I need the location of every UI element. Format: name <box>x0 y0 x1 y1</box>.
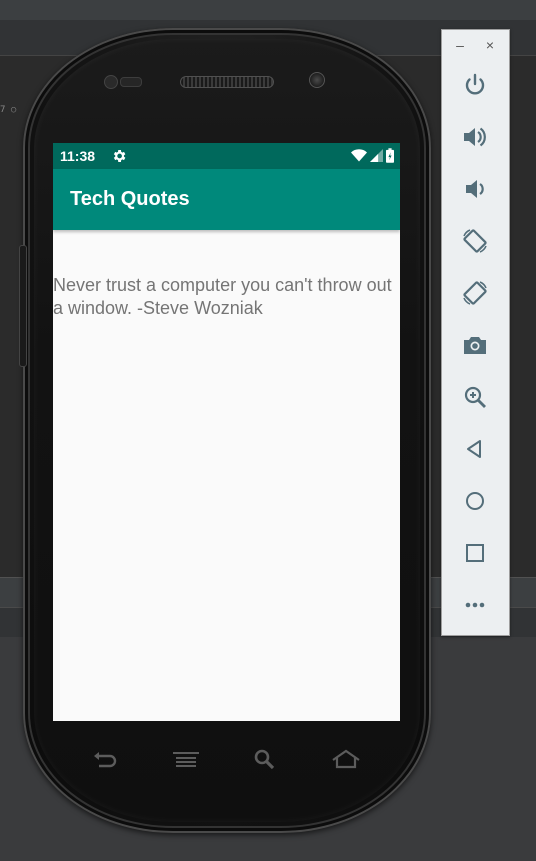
proximity-sensor <box>104 75 118 89</box>
rotate-left-icon <box>463 229 487 253</box>
minimize-button[interactable]: – <box>452 37 468 53</box>
status-icons <box>351 148 394 163</box>
front-camera <box>309 72 325 88</box>
screenshot-icon <box>464 337 486 354</box>
more-button[interactable] <box>461 591 489 619</box>
volume-up-icon <box>464 127 486 147</box>
power-icon <box>465 73 485 95</box>
status-time: 11:38 <box>60 148 96 164</box>
app-title: Tech Quotes <box>70 188 190 210</box>
status-bar: 11:38 <box>53 143 400 169</box>
ide-title-bar <box>0 0 536 20</box>
phone-side-button[interactable] <box>19 245 27 367</box>
menu-button[interactable] <box>171 747 201 771</box>
emulator-back-button[interactable] <box>461 435 489 463</box>
home-icon <box>332 749 360 769</box>
emulator-toolbar-header: – × <box>442 30 509 62</box>
volume-down-icon <box>466 180 484 198</box>
app-bar: Tech Quotes <box>53 169 400 230</box>
screenshot-button[interactable] <box>461 331 489 359</box>
rotate-right-icon <box>463 281 487 305</box>
search-button[interactable] <box>250 747 280 771</box>
emulator-toolbar: – × <box>441 29 510 636</box>
power-button[interactable] <box>461 71 489 99</box>
search-icon <box>254 749 275 770</box>
back-button[interactable] <box>89 747 119 771</box>
volume-down-button[interactable] <box>461 175 489 203</box>
earpiece-speaker <box>180 76 274 88</box>
zoom-button[interactable] <box>461 383 489 411</box>
device-screen[interactable]: 11:38 Tech Quotes Never trust a computer… <box>53 143 400 721</box>
battery-icon <box>386 148 394 163</box>
more-icon <box>465 602 485 608</box>
back-icon <box>467 440 481 458</box>
zoom-icon <box>464 386 486 408</box>
rotate-right-button[interactable] <box>461 279 489 307</box>
rotate-left-button[interactable] <box>461 227 489 255</box>
ide-editor-fragment: 7 ○ <box>0 105 17 115</box>
emulator-home-button[interactable] <box>461 487 489 515</box>
quote-text: Never trust a computer you can't throw o… <box>53 275 392 318</box>
overview-icon <box>466 544 484 562</box>
home-icon <box>466 492 484 510</box>
volume-up-button[interactable] <box>461 123 489 151</box>
signal-icon <box>370 149 383 162</box>
overview-button[interactable] <box>461 539 489 567</box>
home-button[interactable] <box>331 747 361 771</box>
light-sensor <box>120 77 142 87</box>
back-icon <box>94 752 117 768</box>
close-button[interactable]: × <box>482 37 498 53</box>
menu-icon <box>173 752 199 767</box>
settings-icon <box>111 148 127 164</box>
wifi-icon <box>351 149 367 162</box>
